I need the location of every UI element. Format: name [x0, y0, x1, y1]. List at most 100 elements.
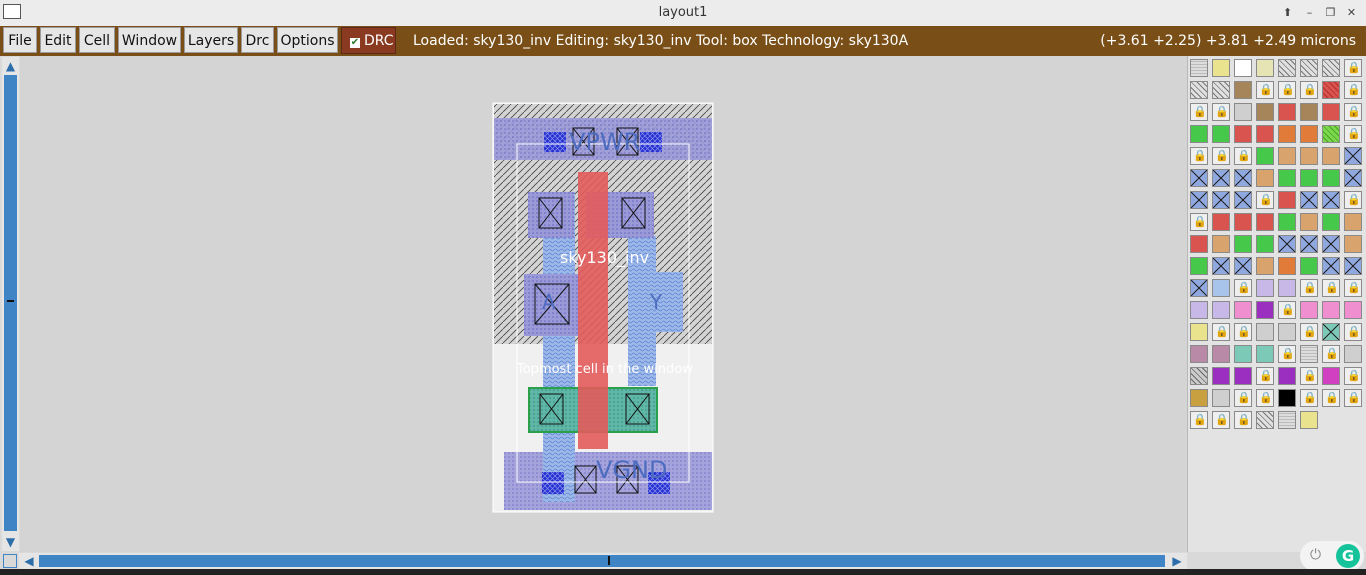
layer-swatch-pink[interactable] [1234, 301, 1252, 319]
layer-swatch-green[interactable] [1322, 169, 1340, 187]
layer-swatch-lock[interactable] [1344, 323, 1362, 341]
layer-swatch-lock[interactable] [1234, 389, 1252, 407]
layer-swatch-pink[interactable] [1300, 301, 1318, 319]
layer-swatch-orange[interactable] [1278, 257, 1296, 275]
layer-swatch-orange[interactable] [1300, 125, 1318, 143]
layer-swatch-red[interactable] [1278, 103, 1296, 121]
layer-swatch-blue-x[interactable] [1344, 169, 1362, 187]
layer-swatch-lock[interactable] [1256, 367, 1274, 385]
assistant-widget[interactable]: ⏻ G [1300, 541, 1364, 571]
zoom-box-icon[interactable] [3, 554, 17, 568]
layer-swatch-tan[interactable] [1212, 235, 1230, 253]
layer-swatch-dots[interactable] [1300, 345, 1318, 363]
layer-swatch-lock[interactable] [1300, 367, 1318, 385]
layer-swatch-gold[interactable] [1190, 389, 1208, 407]
layer-swatch-lock[interactable] [1234, 279, 1252, 297]
layer-swatch-yellow[interactable] [1212, 59, 1230, 77]
layer-swatch-blue-x[interactable] [1190, 191, 1208, 209]
layer-swatch-lock[interactable] [1190, 103, 1208, 121]
layer-swatch-hatch[interactable] [1256, 411, 1274, 429]
horizontal-scroll-thumb[interactable] [39, 555, 1165, 567]
layer-swatch-blue-x[interactable] [1190, 279, 1208, 297]
layer-swatch-lavender[interactable] [1190, 301, 1208, 319]
layer-swatch-lavender[interactable] [1278, 279, 1296, 297]
layer-swatch-green[interactable] [1300, 257, 1318, 275]
layer-swatch-purple[interactable] [1256, 301, 1274, 319]
layer-swatch-lock[interactable] [1212, 411, 1230, 429]
layer-swatch-teal[interactable] [1256, 345, 1274, 363]
layer-swatch-yellow[interactable] [1190, 323, 1208, 341]
layer-swatch-lock[interactable] [1234, 411, 1252, 429]
layer-swatch-lock[interactable] [1344, 191, 1362, 209]
layer-swatch-lock[interactable] [1300, 389, 1318, 407]
layer-swatch-blue-x[interactable] [1300, 191, 1318, 209]
layer-swatch-pale-yellow[interactable] [1256, 59, 1274, 77]
layer-swatch-hatch[interactable] [1278, 59, 1296, 77]
scroll-left-icon[interactable]: ◀ [21, 554, 37, 568]
layer-swatch-lavender[interactable] [1212, 301, 1230, 319]
layer-swatch-yellow[interactable] [1300, 411, 1318, 429]
layer-swatch-teal-x[interactable] [1322, 323, 1340, 341]
layer-swatch-lock[interactable] [1234, 147, 1252, 165]
layer-swatch-blue-x[interactable] [1322, 191, 1340, 209]
layer-swatch-red[interactable] [1212, 213, 1230, 231]
layer-swatch-blue-x[interactable] [1212, 169, 1230, 187]
layer-swatch-lock[interactable] [1344, 81, 1362, 99]
layer-swatch-red[interactable] [1278, 191, 1296, 209]
layer-swatch-red[interactable] [1234, 125, 1252, 143]
layer-swatch-hatch[interactable] [1212, 81, 1230, 99]
layer-swatch-green[interactable] [1278, 169, 1296, 187]
layer-swatch-tan[interactable] [1256, 169, 1274, 187]
layer-swatch-lock[interactable] [1344, 367, 1362, 385]
layer-swatch-tan[interactable] [1322, 147, 1340, 165]
layout-canvas[interactable]: VPWR VGND A Y sky130_inv Topmost cell in… [20, 56, 1187, 552]
layer-swatch-tan[interactable] [1344, 235, 1362, 253]
layer-swatch-red-diag[interactable] [1322, 81, 1340, 99]
horizontal-scrollbar[interactable]: ◀ ▶ [19, 553, 1187, 569]
drc-toggle[interactable]: ✔ DRC [341, 27, 396, 54]
layer-swatch-lock[interactable] [1322, 345, 1340, 363]
layer-swatch-purple[interactable] [1234, 367, 1252, 385]
layer-swatch-tan[interactable] [1256, 257, 1274, 275]
menu-file[interactable]: File [3, 27, 37, 53]
layer-swatch-brown[interactable] [1234, 81, 1252, 99]
menu-window[interactable]: Window [118, 27, 181, 53]
layer-swatch-green[interactable] [1212, 125, 1230, 143]
layer-swatch-hatch[interactable] [1190, 81, 1208, 99]
layer-swatch-green[interactable] [1256, 147, 1274, 165]
layer-swatch-tan[interactable] [1300, 147, 1318, 165]
layer-swatch-lavender[interactable] [1256, 279, 1274, 297]
vertical-scroll-thumb[interactable] [4, 75, 17, 531]
layer-swatch-red[interactable] [1234, 213, 1252, 231]
up-arrow-icon[interactable]: ⬆ [1279, 6, 1296, 19]
menu-layers[interactable]: Layers [184, 27, 238, 53]
layer-swatch-green[interactable] [1278, 213, 1296, 231]
layer-swatch-brown[interactable] [1256, 103, 1274, 121]
layer-swatch-blue-x[interactable] [1212, 257, 1230, 275]
layer-swatch-lock[interactable] [1344, 103, 1362, 121]
layer-swatch-lock[interactable] [1278, 345, 1296, 363]
layer-swatch-grey[interactable] [1212, 389, 1230, 407]
layer-swatch-lock[interactable] [1344, 125, 1362, 143]
layer-swatch-lock[interactable] [1190, 213, 1208, 231]
layer-swatch-pink[interactable] [1322, 301, 1340, 319]
layer-swatch-green[interactable] [1190, 125, 1208, 143]
grammarly-icon[interactable]: G [1336, 544, 1360, 568]
layer-swatch-red[interactable] [1190, 235, 1208, 253]
layer-swatch-lock[interactable] [1344, 59, 1362, 77]
layer-swatch-blue-x[interactable] [1234, 257, 1252, 275]
layer-swatch-teal[interactable] [1234, 345, 1252, 363]
layer-swatch-lock[interactable] [1322, 279, 1340, 297]
layer-swatch-lock[interactable] [1344, 389, 1362, 407]
layer-swatch-hatch[interactable] [1300, 59, 1318, 77]
minimize-icon[interactable]: – [1301, 6, 1318, 19]
layer-swatch-blue-x[interactable] [1344, 147, 1362, 165]
layer-swatch-lock[interactable] [1300, 81, 1318, 99]
layer-swatch-magenta[interactable] [1322, 367, 1340, 385]
layer-swatch-blue-x[interactable] [1190, 169, 1208, 187]
layer-swatch-hatch[interactable] [1322, 59, 1340, 77]
close-icon[interactable]: ✕ [1343, 6, 1360, 19]
layer-swatch-grey[interactable] [1234, 103, 1252, 121]
layer-swatch-blue-x[interactable] [1278, 235, 1296, 253]
layer-swatch-mauve[interactable] [1190, 345, 1208, 363]
